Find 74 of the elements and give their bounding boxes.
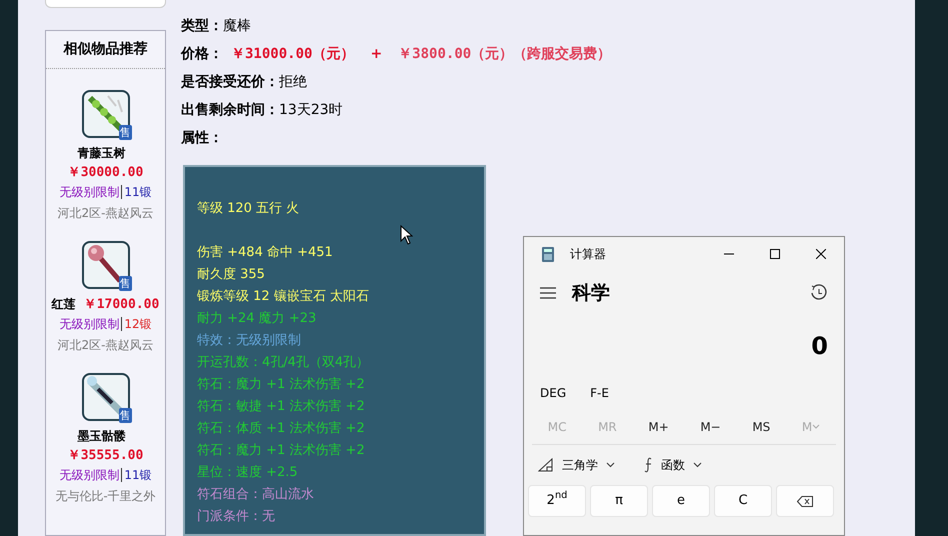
forge-level: 11锻: [121, 185, 152, 199]
sale-badge: 售: [118, 276, 132, 291]
attribute-line: 星位：速度 +2.5: [197, 464, 298, 482]
server-name: 河北2区-燕赵风云: [58, 337, 154, 354]
field-label: 出售剩余时间：: [181, 100, 279, 120]
menu-icon[interactable]: [540, 287, 556, 299]
memory-button[interactable]: M+: [632, 409, 685, 444]
backspace-button[interactable]: [776, 485, 834, 517]
item-name[interactable]: 红莲: [52, 297, 76, 311]
window-title: 计算器: [570, 246, 606, 263]
server-name: 河北2区-燕赵风云: [58, 205, 154, 222]
calculator-icon: [542, 246, 554, 262]
mode-title: 科学: [572, 280, 610, 306]
chevron-icon: [606, 462, 615, 468]
sale-badge: 售: [118, 125, 132, 140]
sale-badge: 售: [118, 408, 132, 423]
attribute-line: 开运孔数：4孔/4孔（双4孔）: [197, 354, 370, 372]
level-limit: 无级别限制: [59, 468, 120, 482]
attribute-line: 耐力 +24 魔力 +23: [197, 310, 316, 328]
item-price: ￥35555.00: [68, 448, 144, 463]
backspace-icon: [797, 496, 813, 506]
mode-button[interactable]: F-E: [590, 384, 609, 402]
item-icon[interactable]: [82, 90, 130, 138]
attribute-line: 符石：体质 +1 法术伤害 +2: [197, 420, 365, 438]
cursor-icon: [400, 225, 413, 245]
close-icon: [816, 249, 826, 259]
key-button[interactable]: 2$^{nd}$: [528, 485, 586, 517]
forge-level: 11锻: [121, 468, 152, 482]
item-icon[interactable]: [82, 373, 130, 421]
attribute-line: 等级 120 五行 火: [197, 200, 300, 218]
plus-sign: +: [370, 44, 382, 64]
attribute-line: 耐久度 355: [197, 266, 265, 284]
attribute-line: 锻炼等级 12 镶嵌宝石 太阳石: [197, 288, 369, 306]
field-value: 魔棒: [223, 16, 251, 36]
chevron-icon: [812, 424, 820, 430]
field-label: 类型：: [181, 16, 223, 36]
history-icon[interactable]: [810, 284, 828, 302]
item-name[interactable]: 墨玉骷髅: [78, 429, 126, 443]
chevron-icon: [693, 462, 702, 468]
item-price: ￥30000.00: [68, 165, 144, 180]
item-price: ￥17000.00: [84, 297, 160, 312]
key-button[interactable]: e: [652, 485, 710, 517]
dropdown-button[interactable]: 函数: [637, 456, 708, 474]
attribute-line: 特效：无级别限制: [197, 332, 301, 350]
level-limit: 无级别限制: [59, 185, 120, 199]
display-value: 0: [811, 331, 828, 362]
field-label: 属性：: [181, 128, 223, 148]
server-name: 无与伦比-千里之外: [55, 488, 156, 505]
key-button[interactable]: π: [590, 485, 648, 517]
mode-button[interactable]: DEG: [540, 384, 566, 402]
attribute-line: 符石：魔力 +1 法术伤害 +2: [197, 442, 365, 460]
field-label: 是否接受还价：: [181, 72, 279, 92]
price-text: ￥31000.00（元）: [231, 44, 354, 64]
triangle-icon: [538, 458, 554, 472]
panel-title: 相似物品推荐: [46, 31, 165, 69]
key-button[interactable]: C: [714, 485, 772, 517]
function-icon: [643, 457, 653, 473]
attribute-line: 符石组合：高山流水: [197, 486, 314, 504]
level-limit: 无级别限制: [59, 317, 120, 331]
field-value: 拒绝: [279, 72, 307, 92]
attribute-line: 符石：魔力 +1 法术伤害 +2: [197, 376, 365, 394]
item-name[interactable]: 青藤玉树: [78, 146, 126, 160]
fee-text: ￥3800.00（元）（跨服交易费）: [398, 44, 612, 64]
memory-button[interactable]: MS: [736, 409, 786, 444]
maximize-icon: [770, 249, 780, 259]
attribute-line: 门派条件：无: [197, 508, 275, 526]
forge-level: 12锻: [121, 317, 152, 331]
item-icon[interactable]: [82, 241, 130, 289]
field-label: 价格：: [181, 44, 223, 64]
field-value: 13天23时: [279, 100, 343, 120]
dropdown-button[interactable]: 三角学: [532, 456, 621, 474]
memory-button[interactable]: M−: [684, 409, 737, 444]
attribute-line: 伤害 +484 命中 +451: [197, 244, 333, 262]
attribute-line: 符石：敏捷 +1 法术伤害 +2: [197, 398, 365, 416]
